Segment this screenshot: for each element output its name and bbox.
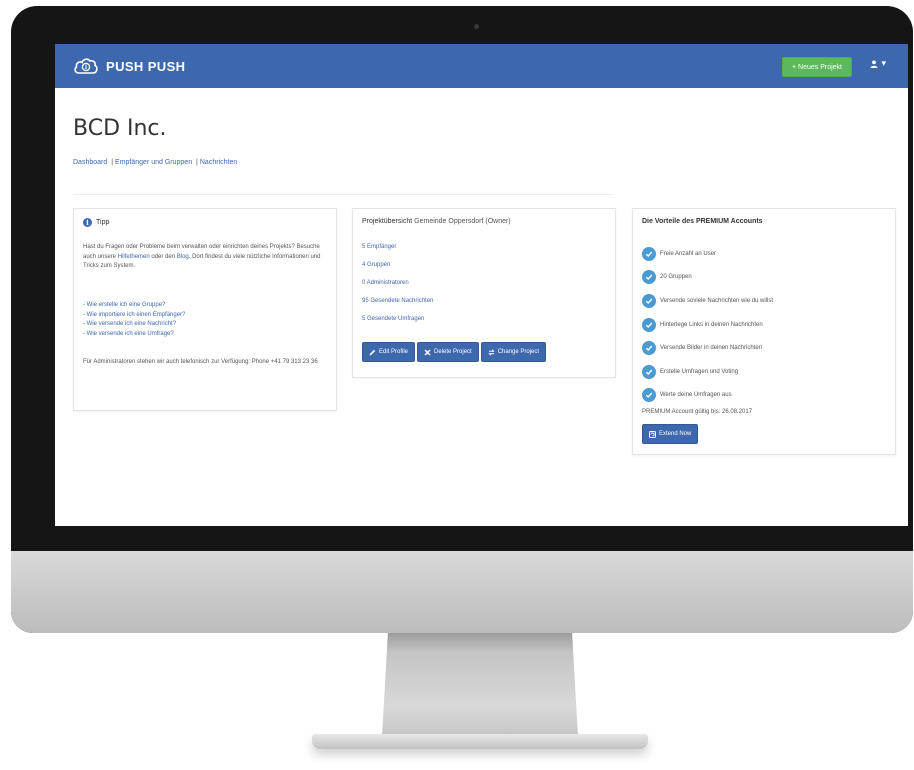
tip-header: i Tipp xyxy=(83,218,109,227)
benefit-label: Freie Anzahl an User xyxy=(660,250,717,257)
blog-link[interactable]: Blog xyxy=(177,254,189,260)
faq-link-import-recipient[interactable]: - Wie importiere ich einen Empfänger? xyxy=(83,311,327,321)
pencil-icon xyxy=(369,349,376,355)
new-project-label: + Neues Projekt xyxy=(792,63,842,71)
top-navbar: PUSH PUSH + Neues Projekt ▾ xyxy=(55,44,908,88)
check-circle-icon xyxy=(642,293,656,308)
benefit-item: Freie Anzahl an User xyxy=(642,242,773,266)
benefit-label: Erstelle Umfragen und Voting xyxy=(660,368,739,375)
faq-links: - Wie erstelle ich eine Gruppe? - Wie im… xyxy=(83,301,327,339)
new-project-button[interactable]: + Neues Projekt xyxy=(782,57,852,77)
check-icon xyxy=(645,274,653,281)
premium-valid-until: PREMIUM Account gültig bis: 26.08.2017 xyxy=(642,409,753,415)
logo-text: PUSH PUSH xyxy=(106,58,186,74)
check-circle-icon xyxy=(642,270,656,285)
faq-link-send-survey[interactable]: - Wie versende ich eine Umfrage? xyxy=(83,330,327,340)
cloud-info-logo-icon xyxy=(74,58,98,74)
user-icon xyxy=(870,60,878,68)
benefit-label: Hinterlege Links in deinen Nachrichten xyxy=(660,321,763,328)
check-circle-icon xyxy=(642,246,656,261)
chevron-down-icon: ▾ xyxy=(881,58,886,68)
close-icon xyxy=(424,348,431,356)
benefit-item: Werte deine Umfragen aus xyxy=(642,384,773,408)
tip-panel: i Tipp Hast du Fragen oder Probleme beim… xyxy=(73,208,337,411)
project-actions: Edit Profile Delete Project Change Proje… xyxy=(362,342,547,362)
stat-sent-messages[interactable]: 95 Gesendete Nachrichten xyxy=(362,297,433,315)
stat-administrators[interactable]: 0 Administratoren xyxy=(362,279,433,297)
benefit-label: Versende Bilder in deinen Nachrichten xyxy=(660,345,763,352)
imac-chin xyxy=(11,551,913,633)
benefit-label: 20 Gruppen xyxy=(660,274,692,281)
check-circle-icon xyxy=(642,317,656,332)
benefit-item: Versende Bilder in deinen Nachrichten xyxy=(642,336,773,360)
imac-stand xyxy=(382,633,578,737)
delete-project-button[interactable]: Delete Project xyxy=(417,342,479,362)
refresh-icon xyxy=(649,430,656,438)
breadcrumb-recipients[interactable]: Empfänger und Gruppen xyxy=(115,159,192,166)
check-icon xyxy=(645,298,653,304)
breadcrumb: Dashboard | Empfänger und Gruppen | Nachri… xyxy=(73,159,237,166)
admin-phone-note: Für Administratoren stehen wir auch tele… xyxy=(83,359,318,365)
premium-benefits-list: Freie Anzahl an User 20 Gruppen Versende s… xyxy=(642,242,773,407)
app-screen: PUSH PUSH + Neues Projekt ▾ BCD Inc. Das… xyxy=(55,44,908,526)
user-menu[interactable]: ▾ xyxy=(870,58,886,69)
exchange-icon xyxy=(488,348,495,356)
check-circle-icon xyxy=(642,388,656,403)
camera-dot xyxy=(474,24,479,29)
app-logo[interactable]: PUSH PUSH xyxy=(73,53,185,79)
breadcrumb-separator: | xyxy=(196,159,198,166)
edit-profile-button[interactable]: Edit Profile xyxy=(362,342,416,362)
check-icon xyxy=(645,392,653,399)
tip-intro: Hast du Fragen oder Probleme beim verwal… xyxy=(83,243,327,272)
overview-title: Projektübersicht xyxy=(362,218,413,225)
info-icon: i xyxy=(83,218,92,227)
tip-title: Tipp xyxy=(96,219,110,226)
faq-link-create-group[interactable]: - Wie erstelle ich eine Gruppe? xyxy=(83,301,327,311)
delete-project-label: Delete Project xyxy=(434,349,472,355)
check-icon xyxy=(645,251,653,257)
stat-groups[interactable]: 4 Gruppen xyxy=(362,261,433,279)
benefit-item: 20 Gruppen xyxy=(642,266,773,290)
change-project-label: Change Project xyxy=(497,349,540,355)
premium-panel: Die Vorteile des PREMIUM Accounts Freie … xyxy=(632,208,896,455)
check-circle-icon xyxy=(642,341,656,356)
edit-profile-label: Edit Profile xyxy=(379,349,409,355)
benefit-item: Hinterlege Links in deinen Nachrichten xyxy=(642,313,773,337)
check-icon xyxy=(645,345,653,352)
extend-now-button[interactable]: Extend Now xyxy=(642,424,699,444)
extend-wrapper: Extend Now xyxy=(642,424,699,444)
tip-intro-text: oder den xyxy=(149,253,177,260)
faq-link-send-message[interactable]: - Wie versende ich eine Nachricht? xyxy=(83,320,327,330)
benefit-item: Erstelle Umfragen und Voting xyxy=(642,360,773,384)
overview-subtitle: Gemeinde Oppersdorf (Owner) xyxy=(414,218,511,225)
breadcrumb-messages[interactable]: Nachrichten xyxy=(200,159,237,166)
benefit-label: Werte deine Umfragen aus xyxy=(660,392,732,399)
premium-title: Die Vorteile des PREMIUM Accounts xyxy=(642,218,763,225)
breadcrumb-dashboard[interactable]: Dashboard xyxy=(73,159,107,166)
imac-foot xyxy=(312,734,648,749)
check-circle-icon xyxy=(642,364,656,379)
page-title: BCD Inc. xyxy=(73,116,167,141)
overview-header: Projektübersicht Gemeinde Oppersdorf (Ow… xyxy=(362,218,511,225)
imac-display: PUSH PUSH + Neues Projekt ▾ BCD Inc. Das… xyxy=(11,6,913,633)
change-project-button[interactable]: Change Project xyxy=(480,342,547,362)
help-topics-link[interactable]: Hilfethemen xyxy=(118,254,150,260)
check-icon xyxy=(645,322,653,328)
benefit-label: Versende soviele Nachrichten wie du will… xyxy=(660,297,774,304)
benefit-item: Versende soviele Nachrichten wie du will… xyxy=(642,289,773,313)
breadcrumb-separator: | xyxy=(111,159,114,166)
project-stats: 5 Empfänger 4 Gruppen 0 Administratoren … xyxy=(362,243,433,333)
divider xyxy=(73,194,613,195)
project-overview-panel: Projektübersicht Gemeinde Oppersdorf (Ow… xyxy=(352,208,616,378)
check-icon xyxy=(645,369,653,375)
stat-recipients[interactable]: 5 Empfänger xyxy=(362,243,433,261)
stat-sent-surveys[interactable]: 5 Gesendete Umfragen xyxy=(362,315,433,333)
extend-now-label: Extend Now xyxy=(659,431,692,437)
